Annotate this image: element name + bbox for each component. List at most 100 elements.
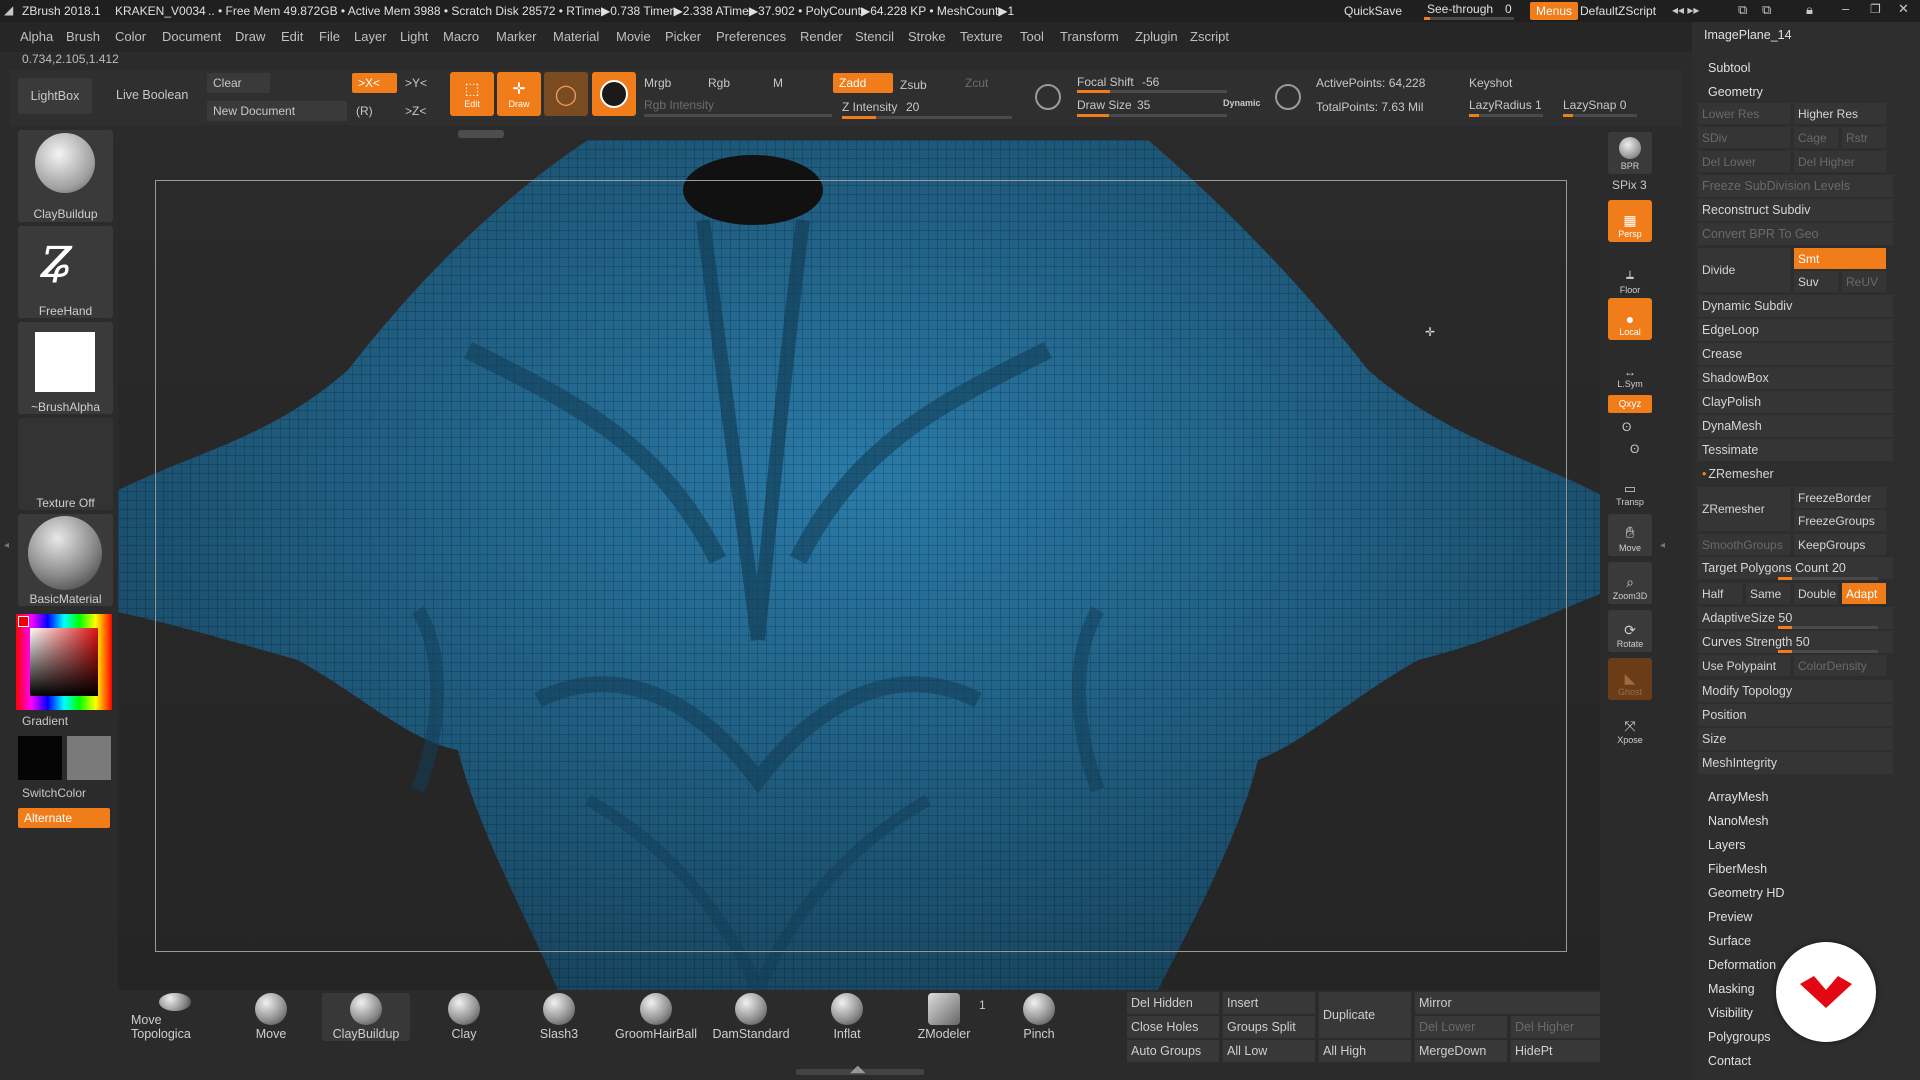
brush-slash3[interactable]: Slash3 bbox=[515, 993, 603, 1041]
reuv-toggle[interactable]: ReUV bbox=[1842, 271, 1886, 292]
color-square[interactable] bbox=[30, 628, 98, 696]
merge-down-button[interactable]: MergeDown bbox=[1415, 1040, 1507, 1062]
secondary-color-swatch[interactable] bbox=[67, 736, 111, 780]
lazy-radius-slider[interactable] bbox=[1469, 114, 1543, 117]
switch-color-button[interactable]: SwitchColor bbox=[22, 786, 86, 800]
restore-icon[interactable]: ❐ bbox=[1870, 2, 1881, 16]
rgb-button[interactable]: Rgb bbox=[708, 76, 730, 90]
size-menu[interactable]: Size bbox=[1698, 728, 1893, 750]
use-polypaint-toggle[interactable]: Use Polypaint bbox=[1698, 655, 1790, 676]
edit-mode-button[interactable]: ⬚ Edit bbox=[450, 72, 494, 116]
shelf-toggle-arrows-icon[interactable]: ◢◣ bbox=[850, 1064, 865, 1075]
x-symmetry-button[interactable]: >X< bbox=[352, 73, 397, 93]
script-controls-icon[interactable]: ◂◂ ▸▸ bbox=[1672, 3, 1699, 17]
right-collapse-arrow-icon[interactable]: ◂ bbox=[1660, 540, 1666, 560]
xyz-rotation-button[interactable]: Qxyz bbox=[1608, 395, 1652, 413]
rstr-button[interactable]: Rstr bbox=[1842, 127, 1886, 148]
spix-control[interactable]: SPix 3 bbox=[1612, 178, 1647, 192]
nanomesh-menu[interactable]: NanoMesh bbox=[1708, 814, 1768, 828]
crease-menu[interactable]: Crease bbox=[1698, 343, 1893, 365]
brush-move-topological[interactable]: Move Topologica bbox=[131, 993, 219, 1041]
freeze-subdiv-button[interactable]: Freeze SubDivision Levels bbox=[1698, 175, 1893, 197]
menu-stroke[interactable]: Stroke bbox=[908, 29, 946, 44]
shadowbox-menu[interactable]: ShadowBox bbox=[1698, 367, 1893, 389]
bottom-del-higher-button[interactable]: Del Higher bbox=[1511, 1016, 1600, 1038]
menu-texture[interactable]: Texture bbox=[960, 29, 1003, 44]
modify-topology-menu[interactable]: Modify Topology bbox=[1698, 680, 1893, 702]
hide-pt-button[interactable]: HidePt bbox=[1511, 1040, 1600, 1062]
zsub-button[interactable]: Zsub bbox=[900, 78, 927, 92]
new-document-button[interactable]: New Document bbox=[207, 101, 347, 121]
menu-alpha[interactable]: Alpha bbox=[20, 29, 53, 44]
dynamic-size-button[interactable]: Dynamic bbox=[1223, 98, 1261, 108]
target-polygons-track[interactable] bbox=[1778, 577, 1878, 580]
del-lower-button[interactable]: Del Lower bbox=[1698, 151, 1790, 172]
xpose-button[interactable]: ⤧ Xpose bbox=[1608, 706, 1652, 748]
position-menu[interactable]: Position bbox=[1698, 704, 1893, 726]
layout-icon[interactable]: ⧉ bbox=[1738, 2, 1747, 18]
surface-menu[interactable]: Surface bbox=[1708, 934, 1751, 948]
keyshot-button[interactable]: Keyshot bbox=[1469, 76, 1512, 90]
polygroups-menu[interactable]: Polygroups bbox=[1708, 1030, 1771, 1044]
divide-button[interactable]: Divide bbox=[1698, 248, 1790, 292]
mrgb-button[interactable]: Mrgb bbox=[644, 76, 671, 90]
deformation-menu[interactable]: Deformation bbox=[1708, 958, 1776, 972]
zcut-button[interactable]: Zcut bbox=[965, 76, 988, 90]
visibility-menu[interactable]: Visibility bbox=[1708, 1006, 1753, 1020]
z-symmetry-button[interactable]: >Z< bbox=[405, 104, 426, 118]
brush-zmodeler[interactable]: ZModeler bbox=[900, 993, 988, 1041]
fibermesh-menu[interactable]: FiberMesh bbox=[1708, 862, 1767, 876]
gradient-label[interactable]: Gradient bbox=[22, 714, 68, 728]
menu-light[interactable]: Light bbox=[400, 29, 428, 44]
y-symmetry-button[interactable]: >Y< bbox=[405, 76, 427, 90]
brush-clay[interactable]: Clay bbox=[420, 993, 508, 1041]
geometry-menu[interactable]: Geometry bbox=[1708, 85, 1763, 99]
smooth-groups-slider[interactable]: SmoothGroups bbox=[1698, 534, 1790, 555]
color-picker[interactable] bbox=[16, 614, 112, 710]
arraymesh-menu[interactable]: ArrayMesh bbox=[1708, 790, 1768, 804]
menu-layer[interactable]: Layer bbox=[354, 29, 387, 44]
adaptive-size-track[interactable] bbox=[1778, 626, 1878, 629]
backface-icon[interactable] bbox=[1275, 84, 1301, 110]
subtool-menu[interactable]: Subtool bbox=[1708, 61, 1750, 75]
transparency-button[interactable]: ▭ Transp bbox=[1608, 468, 1652, 510]
adapt-toggle[interactable]: Adapt bbox=[1842, 583, 1886, 604]
masking-menu[interactable]: Masking bbox=[1708, 982, 1755, 996]
scale-rotate-button[interactable] bbox=[592, 72, 636, 116]
menu-zscript[interactable]: Zscript bbox=[1190, 29, 1229, 44]
menu-material[interactable]: Material bbox=[553, 29, 599, 44]
menu-brush[interactable]: Brush bbox=[66, 29, 100, 44]
freeze-groups-toggle[interactable]: FreezeGroups bbox=[1794, 510, 1886, 531]
minimize-icon[interactable]: – bbox=[1842, 1, 1849, 16]
close-holes-button[interactable]: Close Holes bbox=[1127, 1016, 1219, 1038]
menu-stencil[interactable]: Stencil bbox=[855, 29, 894, 44]
target-polygons-slider[interactable]: Target Polygons Count 20 bbox=[1698, 557, 1893, 579]
insert-button[interactable]: Insert bbox=[1223, 992, 1315, 1014]
groups-split-button[interactable]: Groups Split bbox=[1223, 1016, 1315, 1038]
focal-curve-icon[interactable] bbox=[1035, 84, 1061, 110]
brush-claybuildup[interactable]: ClayBuildup bbox=[322, 993, 410, 1041]
dynamic-subdiv-menu[interactable]: Dynamic Subdiv bbox=[1698, 295, 1893, 317]
move-mode-button[interactable]: ◯ bbox=[544, 72, 588, 116]
all-high-button[interactable]: All High bbox=[1319, 1040, 1411, 1062]
preview-menu[interactable]: Preview bbox=[1708, 910, 1752, 924]
perspective-button[interactable]: ▦ Persp bbox=[1608, 200, 1652, 242]
freeze-border-toggle[interactable]: FreezeBorder bbox=[1794, 487, 1886, 508]
brush-inflat[interactable]: Inflat bbox=[803, 993, 891, 1041]
menu-render[interactable]: Render bbox=[800, 29, 843, 44]
half-button[interactable]: Half bbox=[1698, 583, 1742, 604]
bottom-del-lower-button[interactable]: Del Lower bbox=[1415, 1016, 1507, 1038]
lightbox-button[interactable]: LightBox bbox=[18, 78, 92, 114]
rotation-y-icon[interactable]: ʘ bbox=[1622, 420, 1631, 434]
menu-tool[interactable]: Tool bbox=[1020, 29, 1044, 44]
shelf-scroll-handle[interactable] bbox=[458, 130, 504, 138]
lazy-snap-control[interactable]: LazySnap 0 bbox=[1563, 98, 1626, 112]
menu-zplugin[interactable]: Zplugin bbox=[1135, 29, 1178, 44]
brush-damstandard[interactable]: DamStandard bbox=[707, 993, 795, 1041]
lower-res-button[interactable]: Lower Res bbox=[1698, 103, 1790, 124]
geometry-hd-menu[interactable]: Geometry HD bbox=[1708, 886, 1784, 900]
floor-button[interactable]: ┷ Floor bbox=[1608, 256, 1652, 298]
suv-toggle[interactable]: Suv bbox=[1794, 271, 1838, 292]
menu-draw[interactable]: Draw bbox=[235, 29, 265, 44]
menu-edit[interactable]: Edit bbox=[281, 29, 303, 44]
